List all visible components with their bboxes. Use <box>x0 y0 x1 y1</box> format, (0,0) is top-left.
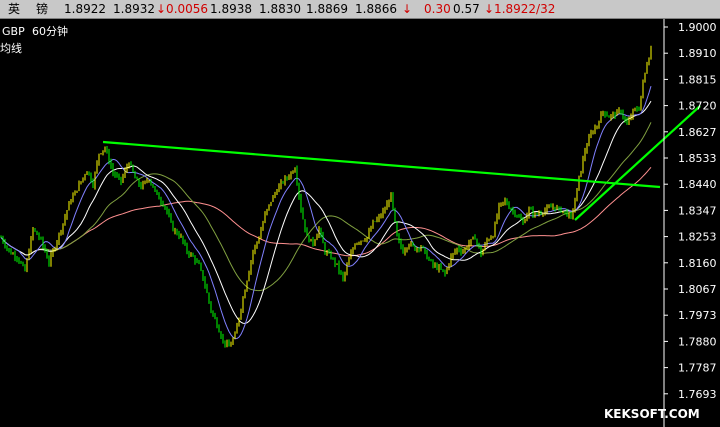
quote-field-4: 0.57 <box>453 2 480 16</box>
chart-period: 60分钟 <box>32 24 68 38</box>
y-tick-label: 1.8720 <box>678 100 717 113</box>
y-tick-label: 1.8533 <box>678 152 717 165</box>
y-axis: 1.9000 1.8910 1.8815 1.8720 1.8627 1.8533 1.84… <box>664 21 717 401</box>
quote-name-2: 镑 <box>36 2 49 16</box>
resistance-trendline <box>102 140 661 189</box>
ma-short-line <box>0 100 652 324</box>
y-tick-label: 1.8440 <box>678 178 717 191</box>
y-tick-label: 1.8815 <box>678 73 717 86</box>
quote-open: 1.8922 <box>64 2 106 16</box>
price-chart: 1.9000 1.8910 1.8815 1.8720 1.8627 1.8533 1.84… <box>0 19 717 427</box>
quote-close: 1.8830 <box>259 2 301 16</box>
y-tick-label: 1.7693 <box>678 388 717 401</box>
chart-indicator: 均线 <box>0 41 22 55</box>
quote-field-1: 1.8869 <box>306 2 348 16</box>
y-tick-label: 1.8160 <box>678 257 717 270</box>
y-tick-label: 1.8910 <box>678 47 717 60</box>
y-tick-label: 1.8627 <box>678 126 717 139</box>
candles <box>0 45 652 348</box>
quote-name-1: 英 <box>8 2 21 16</box>
quote-low: 1.8938 <box>210 2 252 16</box>
watermark: KEKSOFT.COM <box>604 407 700 421</box>
y-tick-label: 1.8253 <box>678 231 717 244</box>
quote-bar: 英 镑 1.8922 1.8932 ↓0.0056 1.8938 1.8830 … <box>0 0 720 19</box>
quote-last: ↓1.8922/32 <box>484 2 556 16</box>
quote-arrow: ↓ <box>402 2 413 16</box>
y-tick-label: 1.7880 <box>678 335 717 348</box>
quote-field-3: 0.30 <box>424 2 451 16</box>
quote-high: 1.8932 <box>113 2 155 16</box>
y-tick-label: 1.8067 <box>678 283 717 296</box>
y-tick-label: 1.7787 <box>678 362 717 375</box>
quote-field-2: 1.8866 <box>355 2 397 16</box>
y-tick-label: 1.9000 <box>678 21 717 34</box>
ma-fast-line <box>0 85 652 340</box>
quote-change: ↓0.0056 <box>156 2 209 16</box>
y-tick-label: 1.7973 <box>678 309 717 322</box>
chart-symbol: GBP <box>2 25 25 38</box>
ma-long-line <box>0 166 652 257</box>
moving-averages <box>0 85 652 340</box>
y-tick-label: 1.8347 <box>678 204 717 217</box>
